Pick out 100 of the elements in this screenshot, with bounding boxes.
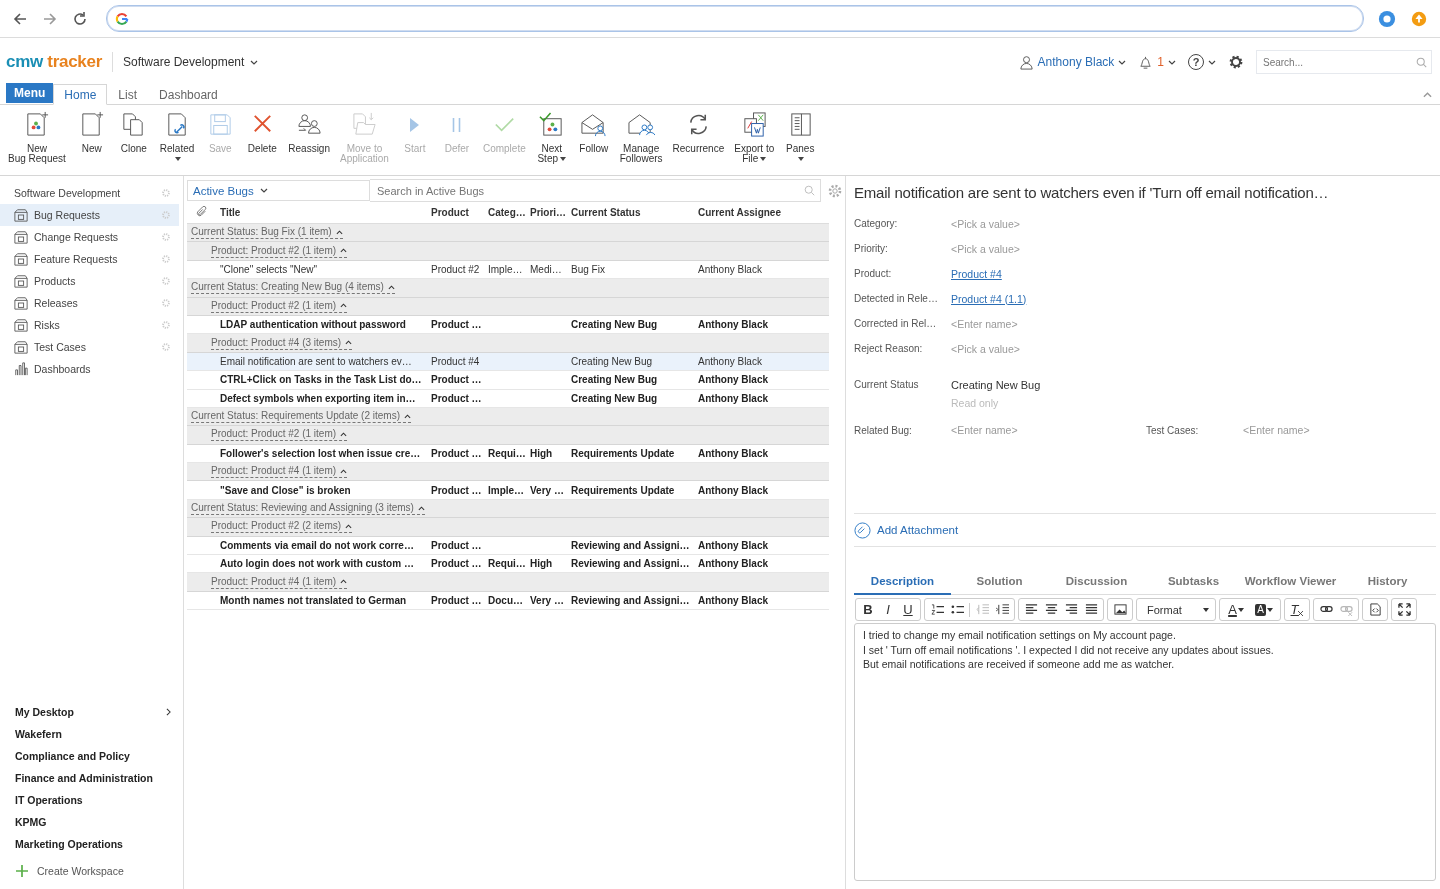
toolbar-button[interactable]: New <box>71 111 112 154</box>
column-header[interactable]: Current Status <box>571 206 698 218</box>
create-workspace-button[interactable]: Create Workspace <box>0 861 183 881</box>
settings-icon[interactable] <box>1228 54 1244 70</box>
caret-icon <box>340 579 348 585</box>
clear-format-button[interactable]: T <box>1287 600 1307 619</box>
sidebar-item[interactable]: Releases <box>0 292 179 314</box>
table-row[interactable]: "Save and Close" is broken Product … Imple… Very … Requirements Update Anthony Black <box>187 481 829 500</box>
toolbar-button[interactable]: New Bug Request <box>4 111 70 164</box>
description-line: I set ' Turn off email notifications '. I expected I did not receive any updates about issues. <box>863 642 1275 657</box>
table-row[interactable]: Defect symbols when exporting item in… Product … Creating New Bug Anthony Black <box>187 389 829 408</box>
workspace-dropdown[interactable]: Software Development <box>122 55 259 69</box>
notifications-button[interactable]: 1 <box>1138 54 1176 70</box>
toolbar-button[interactable]: Next Step <box>531 111 572 164</box>
sidebar-item[interactable]: Products <box>0 270 179 292</box>
table-row[interactable]: CTRL+Click on Tasks in the Task List do… Product … Creating New Bug Anthony Black <box>187 371 829 390</box>
group-header[interactable]: Product: Product #2 (1 item) <box>211 299 348 313</box>
toolbar-button[interactable]: Panes <box>780 111 821 164</box>
view-dropdown[interactable]: Active Bugs <box>187 180 370 201</box>
detail-tab[interactable]: Description <box>854 571 951 595</box>
ribbon-tab[interactable]: Dashboard <box>148 84 229 105</box>
toolbar-button[interactable]: Manage Followers <box>615 111 667 164</box>
workspace-item[interactable]: Finance and Administration <box>0 767 183 789</box>
column-header[interactable]: Title <box>220 206 431 218</box>
sidebar-item[interactable]: Feature Requests <box>0 248 179 270</box>
sidebar-item[interactable]: Risks <box>0 314 179 336</box>
field-link[interactable]: Product #4 (1.1) <box>951 286 1436 311</box>
group-header[interactable]: Product: Product #4 (3 items) <box>211 336 353 350</box>
search-input[interactable]: Search in Active Bugs <box>375 183 804 198</box>
ribbon-tab[interactable]: Home <box>53 84 108 105</box>
ribbon-tab[interactable]: List <box>107 84 149 105</box>
user-menu[interactable]: Anthony Black <box>1018 54 1127 70</box>
table-cell-text: Anthony Black <box>698 355 763 367</box>
workspace-item[interactable]: My Desktop <box>0 701 183 723</box>
forward-arrow-icon[interactable] <box>42 10 58 27</box>
workspace-item[interactable]: IT Operations <box>0 789 183 811</box>
table-row[interactable]: Month names not translated to German Product … Docu… Very … Reviewing and Assigni… Anthony Black <box>187 591 829 611</box>
italic-button[interactable]: I <box>878 600 898 619</box>
workspace-item[interactable]: KPMG <box>0 811 183 833</box>
group-header[interactable]: Product: Product #2 (1 item) <box>211 428 348 442</box>
table-row[interactable]: Comments via email do not work corre… Product … Reviewing and Assigni… Anthony Black <box>187 536 829 556</box>
gear-icon[interactable] <box>161 320 171 330</box>
column-header[interactable]: Categ… <box>488 206 530 218</box>
gear-icon[interactable] <box>161 298 171 308</box>
extension-icon[interactable] <box>1410 9 1428 28</box>
address-bar[interactable] <box>106 5 1364 32</box>
format-dropdown[interactable]: Format <box>1139 600 1213 619</box>
extension-icon[interactable] <box>1378 9 1396 28</box>
bold-button[interactable]: B <box>858 600 878 619</box>
table-cell-text: Month names not translated to German <box>220 595 408 606</box>
menu-button[interactable]: Menu <box>6 83 54 103</box>
collapse-caret-icon[interactable] <box>1423 92 1432 98</box>
field-link[interactable]: Product #4 <box>951 261 1436 286</box>
group-header[interactable]: Product: Product #2 (1 item) <box>211 244 348 258</box>
underline-button[interactable]: U <box>898 600 918 619</box>
detail-tab[interactable]: History <box>1339 571 1436 595</box>
group-header[interactable]: Current Status: Bug Fix (1 item) <box>191 226 343 240</box>
reload-icon[interactable] <box>72 10 88 27</box>
envelope-person-icon <box>580 111 608 138</box>
sidebar-item[interactable]: Dashboards <box>0 358 179 380</box>
gear-icon[interactable] <box>161 232 171 242</box>
group-header[interactable]: Product: Product #2 (2 items) <box>211 520 353 534</box>
detail-tab[interactable]: Solution <box>951 571 1048 595</box>
search-field[interactable]: Search... <box>1256 50 1432 74</box>
gear-icon[interactable] <box>161 342 171 352</box>
app-logo[interactable]: cmw tracker <box>6 52 102 72</box>
column-header[interactable]: Current Assignee <box>698 206 829 218</box>
search-input[interactable]: Search... <box>1261 55 1416 69</box>
workspace-title[interactable]: Software Development <box>14 187 161 199</box>
gear-icon[interactable] <box>161 188 171 198</box>
group-header[interactable]: Product: Product #4 (1 item) <box>211 575 348 589</box>
search-field[interactable]: Search in Active Bugs <box>370 179 821 202</box>
caret-icon <box>340 432 348 437</box>
group-header[interactable]: Product: Product #4 (1 item) <box>211 465 348 479</box>
workspace-item[interactable]: Wakefern <box>0 723 183 745</box>
gear-icon[interactable] <box>827 182 843 199</box>
toolbar-button[interactable]: Recurrence <box>668 111 729 154</box>
detail-tab[interactable]: Discussion <box>1048 571 1145 595</box>
background-color-button[interactable]: A <box>1250 600 1278 619</box>
toolbar-button[interactable]: Related <box>155 111 199 164</box>
sidebar-item[interactable]: Change Requests <box>0 226 179 248</box>
toolbar-button[interactable]: Reassign <box>284 111 334 154</box>
toolbar-button[interactable]: Export to File <box>730 111 779 164</box>
toolbar-button[interactable]: Delete <box>242 111 283 154</box>
add-attachment-link[interactable]: Add Attachment <box>854 521 959 539</box>
workspace-item[interactable]: Compliance and Policy <box>0 745 183 767</box>
detail-tab[interactable]: Subtasks <box>1145 571 1242 595</box>
column-header[interactable]: Product <box>431 206 488 218</box>
text-color-button[interactable]: A <box>1222 600 1250 619</box>
back-arrow-icon[interactable] <box>12 10 28 27</box>
sidebar-item[interactable]: Test Cases <box>0 336 179 358</box>
gear-icon[interactable] <box>161 254 171 264</box>
table-cell-text: Requirements Update <box>571 447 676 459</box>
detail-tab[interactable]: Workflow Viewer <box>1242 571 1339 595</box>
gear-icon[interactable] <box>161 276 171 286</box>
workspace-item[interactable]: Marketing Operations <box>0 833 183 855</box>
toolbar-button[interactable]: Clone <box>113 111 154 154</box>
column-header[interactable]: Priori… <box>530 206 571 218</box>
toolbar-button[interactable]: Follow <box>573 111 614 154</box>
sidebar-item[interactable]: Bug Requests <box>0 204 179 226</box>
